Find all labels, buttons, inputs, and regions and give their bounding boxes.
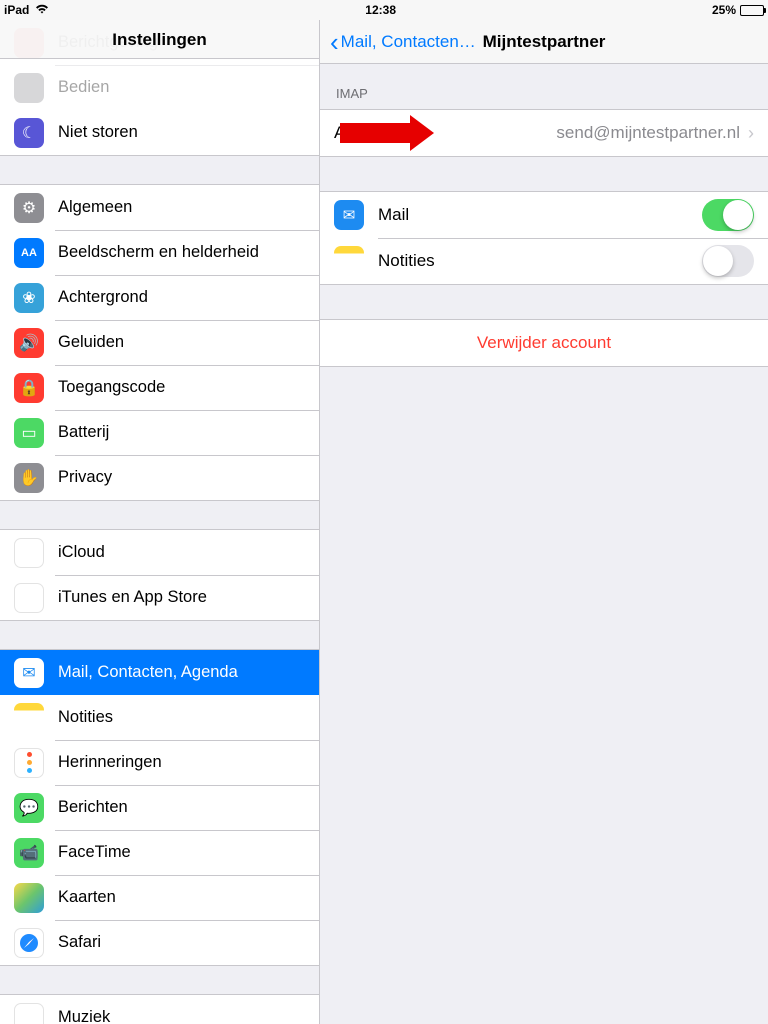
display-icon: AA	[14, 238, 44, 268]
sidebar-item-notes[interactable]: Notities	[0, 695, 319, 740]
chevron-left-icon: ‹	[330, 29, 339, 55]
delete-account-button[interactable]: Verwijder account	[320, 320, 768, 366]
settings-sidebar: Berichtgeving Bedien Instellingen ☾ Niet…	[0, 20, 320, 1024]
sidebar-item-icloud[interactable]: ☁︎ iCloud	[0, 530, 319, 575]
lock-icon: 🔒	[14, 373, 44, 403]
battery-icon	[740, 5, 764, 16]
gear-icon: ⚙	[14, 193, 44, 223]
sidebar-item-sounds[interactable]: 🔊 Geluiden	[0, 320, 319, 365]
compass-icon	[14, 928, 44, 958]
status-bar: iPad 12:38 25%	[0, 0, 768, 20]
sidebar-item-passcode[interactable]: 🔒 Toegangscode	[0, 365, 319, 410]
sidebar-item-appstore[interactable]: Ⓐ iTunes en App Store	[0, 575, 319, 620]
sidebar-item-mail-contacts[interactable]: ✉︎ Mail, Contacten, Agenda	[0, 650, 319, 695]
cloud-icon: ☁︎	[14, 538, 44, 568]
sidebar-item-safari[interactable]: Safari	[0, 920, 319, 965]
sidebar-item-facetime[interactable]: 📹 FaceTime	[0, 830, 319, 875]
section-header-imap: IMAP	[320, 64, 768, 109]
detail-pane: ‹ Mail, Contacten… Mijntestpartner IMAP …	[320, 20, 768, 1024]
detail-header: ‹ Mail, Contacten… Mijntestpartner	[320, 20, 768, 64]
sidebar-item-music[interactable]: ♪ Muziek	[0, 995, 319, 1024]
back-button[interactable]: ‹ Mail, Contacten…	[330, 29, 476, 55]
sidebar-item-maps[interactable]: Kaarten	[0, 875, 319, 920]
reminders-icon	[14, 748, 44, 778]
sidebar-item-dnd[interactable]: ☾ Niet storen	[0, 110, 319, 155]
sidebar-item-privacy[interactable]: ✋ Privacy	[0, 455, 319, 500]
mail-icon: ✉︎	[334, 200, 364, 230]
music-icon: ♪	[14, 1003, 44, 1024]
notes-toggle[interactable]	[702, 245, 754, 277]
sidebar-item-general[interactable]: ⚙ Algemeen	[0, 185, 319, 230]
page-title: Mijntestpartner	[483, 32, 606, 52]
wifi-icon	[35, 3, 49, 17]
mail-icon: ✉︎	[14, 658, 44, 688]
notes-icon	[14, 703, 44, 733]
maps-icon	[14, 883, 44, 913]
speaker-icon: 🔊	[14, 328, 44, 358]
sidebar-item-control[interactable]: Bedien	[0, 65, 319, 110]
appstore-icon: Ⓐ	[14, 583, 44, 613]
mail-toggle[interactable]	[702, 199, 754, 231]
app-toggle-mail: ✉︎ Mail	[320, 192, 768, 238]
notes-icon	[334, 246, 364, 276]
chevron-right-icon: ›	[748, 123, 754, 144]
sidebar-item-messages[interactable]: 💬 Berichten	[0, 785, 319, 830]
moon-icon: ☾	[14, 118, 44, 148]
clock: 12:38	[49, 3, 712, 17]
account-email: send@mijntestpartner.nl	[556, 123, 740, 143]
flower-icon: ❀	[14, 283, 44, 313]
sidebar-item-battery[interactable]: ▭ Batterij	[0, 410, 319, 455]
app-toggle-notes: Notities	[320, 238, 768, 284]
sidebar-item-reminders[interactable]: Herinneringen	[0, 740, 319, 785]
battery-settings-icon: ▭	[14, 418, 44, 448]
messages-icon: 💬	[14, 793, 44, 823]
account-cell[interactable]: Account send@mijntestpartner.nl ›	[320, 110, 768, 156]
battery-percent: 25%	[712, 3, 736, 17]
hand-icon: ✋	[14, 463, 44, 493]
video-icon: 📹	[14, 838, 44, 868]
sidebar-item-wallpaper[interactable]: ❀ Achtergrond	[0, 275, 319, 320]
device-label: iPad	[4, 3, 29, 17]
sidebar-item-display[interactable]: AA Beeldscherm en helderheid	[0, 230, 319, 275]
sidebar-title: Instellingen	[0, 20, 319, 59]
